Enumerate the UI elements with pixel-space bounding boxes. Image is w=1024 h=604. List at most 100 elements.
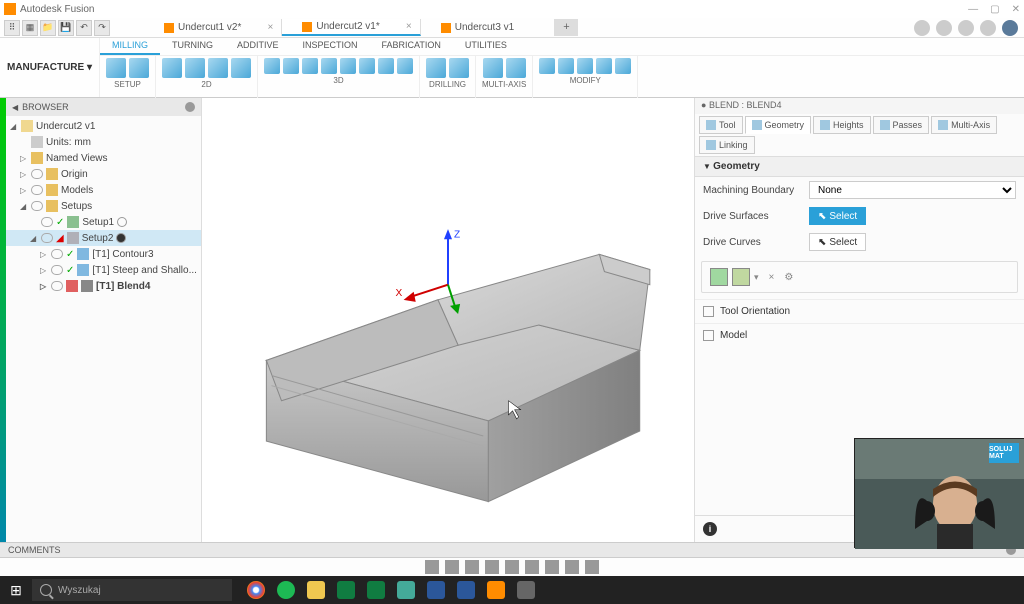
fit-icon[interactable] [485, 560, 499, 574]
task-explorer[interactable] [302, 576, 330, 604]
body-icon[interactable] [732, 268, 750, 286]
new-tab-button[interactable]: + [555, 19, 577, 36]
drive-curves-select-button[interactable]: ⬉Select [809, 233, 866, 251]
visibility-icon[interactable] [51, 265, 63, 275]
setup-icon[interactable] [106, 58, 126, 78]
doc-tab[interactable]: Undercut3 v1 [421, 19, 555, 36]
ribbon-tab-fabrication[interactable]: FABRICATION [370, 38, 453, 55]
info-icon[interactable]: i [703, 522, 717, 536]
3d-icon[interactable] [321, 58, 337, 74]
close-icon[interactable]: × [268, 22, 274, 33]
machining-boundary-select[interactable]: None [809, 181, 1016, 199]
prop-tab-passes[interactable]: Passes [873, 116, 930, 134]
tree-op-blend[interactable]: ▷[T1] Blend4 [6, 278, 201, 294]
qat-undo[interactable]: ↶ [76, 20, 92, 36]
drilling-icon[interactable] [449, 58, 469, 78]
qat-redo[interactable]: ↷ [94, 20, 110, 36]
help-icon[interactable] [980, 20, 996, 36]
model-checkbox[interactable] [703, 330, 714, 341]
2d-icon[interactable] [208, 58, 228, 78]
section-geometry[interactable]: Geometry [695, 157, 1024, 177]
ribbon-tab-utilities[interactable]: UTILITIES [453, 38, 519, 55]
ribbon-tab-turning[interactable]: TURNING [160, 38, 225, 55]
2d-icon[interactable] [185, 58, 205, 78]
prop-tab-geometry[interactable]: Geometry [745, 116, 812, 134]
look-icon[interactable] [505, 560, 519, 574]
3d-icon[interactable] [264, 58, 280, 74]
3d-icon[interactable] [359, 58, 375, 74]
viewport-3d[interactable]: Z X [202, 98, 694, 542]
task-excel[interactable] [332, 576, 360, 604]
body-icon[interactable] [710, 268, 728, 286]
tree-setups[interactable]: ◢Setups [6, 198, 201, 214]
multiaxis-icon[interactable] [483, 58, 503, 78]
visibility-icon[interactable] [31, 185, 43, 195]
task-excel2[interactable] [362, 576, 390, 604]
minimize-button[interactable]: — [968, 4, 978, 15]
viewport-icon[interactable] [565, 560, 579, 574]
task-word2[interactable] [452, 576, 480, 604]
modify-icon[interactable] [596, 58, 612, 74]
prop-tab-multiaxis[interactable]: Multi-Axis [931, 116, 997, 134]
grid-icon[interactable] [545, 560, 559, 574]
task-image[interactable] [392, 576, 420, 604]
qat-data[interactable]: ▦ [22, 20, 38, 36]
ribbon-tab-milling[interactable]: MILLING [100, 38, 160, 55]
close-button[interactable]: ✕ [1012, 4, 1020, 15]
tree-origin[interactable]: ▷Origin [6, 166, 201, 182]
3d-icon[interactable] [378, 58, 394, 74]
display-settings-icon[interactable] [585, 560, 599, 574]
visibility-icon[interactable] [41, 233, 53, 243]
drilling-icon[interactable] [426, 58, 446, 78]
qat-file[interactable]: 📁 [40, 20, 56, 36]
ribbon-tab-inspection[interactable]: INSPECTION [291, 38, 370, 55]
zoom-icon[interactable] [465, 560, 479, 574]
multiaxis-icon[interactable] [506, 58, 526, 78]
tree-models[interactable]: ▷Models [6, 182, 201, 198]
tree-root[interactable]: ◢Undercut2 v1 [6, 118, 201, 134]
3d-icon[interactable] [397, 58, 413, 74]
2d-icon[interactable] [231, 58, 251, 78]
3d-icon[interactable] [340, 58, 356, 74]
tree-units[interactable]: Units: mm [6, 134, 201, 150]
nc-program-icon[interactable] [129, 58, 149, 78]
prop-tab-tool[interactable]: Tool [699, 116, 743, 134]
prop-tab-linking[interactable]: Linking [699, 136, 755, 154]
tool-orientation-checkbox[interactable] [703, 306, 714, 317]
modify-icon[interactable] [539, 58, 555, 74]
tree-op-steep[interactable]: ▷✓[T1] Steep and Shallo... [6, 262, 201, 278]
close-icon[interactable]: × [406, 21, 412, 32]
maximize-button[interactable]: ▢ [990, 4, 999, 15]
tree-op-contour[interactable]: ▷✓[T1] Contour3 [6, 246, 201, 262]
visibility-icon[interactable] [41, 217, 53, 227]
pan-icon[interactable] [445, 560, 459, 574]
orbit-icon[interactable] [425, 560, 439, 574]
notifications-icon[interactable] [936, 20, 952, 36]
display-icon[interactable] [525, 560, 539, 574]
qat-apps[interactable]: ⠿ [4, 20, 20, 36]
gear-icon[interactable]: ⚙ [784, 272, 793, 283]
visibility-icon[interactable] [51, 249, 63, 259]
task-misc[interactable] [512, 576, 540, 604]
modify-icon[interactable] [558, 58, 574, 74]
2d-icon[interactable] [162, 58, 182, 78]
3d-icon[interactable] [283, 58, 299, 74]
pin-icon[interactable] [185, 102, 195, 112]
drive-surfaces-select-button[interactable]: ⬉Select [809, 207, 866, 225]
ribbon-tab-additive[interactable]: ADDITIVE [225, 38, 291, 55]
tree-named-views[interactable]: ▷Named Views [6, 150, 201, 166]
tree-setup1[interactable]: ✓Setup1 [6, 214, 201, 230]
start-button[interactable]: ⊞ [0, 576, 32, 604]
visibility-icon[interactable] [31, 201, 43, 211]
task-chrome[interactable] [242, 576, 270, 604]
taskbar-search[interactable]: Wyszukaj [32, 579, 232, 601]
doc-tab[interactable]: Undercut1 v2* × [144, 19, 282, 36]
job-status-icon[interactable] [958, 20, 974, 36]
modify-icon[interactable] [615, 58, 631, 74]
prop-tab-heights[interactable]: Heights [813, 116, 871, 134]
user-avatar[interactable] [1002, 20, 1018, 36]
radio-icon[interactable] [117, 217, 127, 227]
workspace-picker[interactable]: MANUFACTURE ▾ [0, 38, 100, 97]
doc-tab[interactable]: Undercut2 v1* × [282, 19, 420, 36]
task-word[interactable] [422, 576, 450, 604]
